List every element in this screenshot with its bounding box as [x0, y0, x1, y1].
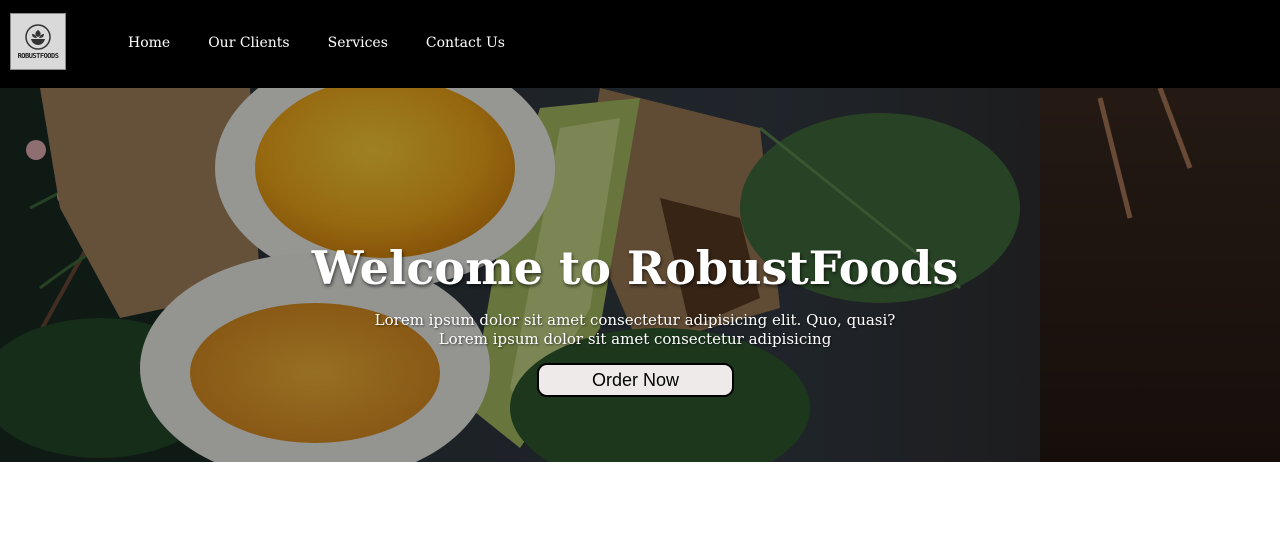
hero-title: Welcome to RobustFoods — [311, 241, 959, 295]
order-now-button[interactable]: Order Now — [537, 363, 734, 397]
nav-link-our-clients[interactable]: Our Clients — [208, 34, 289, 52]
hero-subtitle-line2: Lorem ipsum dolor sit amet consectetur a… — [438, 330, 832, 348]
hero-subtitle-line1: Lorem ipsum dolor sit amet consectetur a… — [374, 311, 896, 329]
nav-link-home[interactable]: Home — [128, 34, 170, 52]
nav-link-contact-us[interactable]: Contact Us — [426, 34, 505, 52]
main-nav: Home Our Clients Services Contact Us — [128, 34, 505, 52]
logo-wordmark: ROBUSTFOODS — [17, 51, 59, 60]
bowl-leaf-icon — [25, 23, 51, 50]
brand-logo[interactable]: ROBUSTFOODS — [10, 13, 66, 70]
top-navbar: ROBUSTFOODS Home Our Clients Services Co… — [0, 0, 1280, 88]
nav-link-services[interactable]: Services — [328, 34, 388, 52]
